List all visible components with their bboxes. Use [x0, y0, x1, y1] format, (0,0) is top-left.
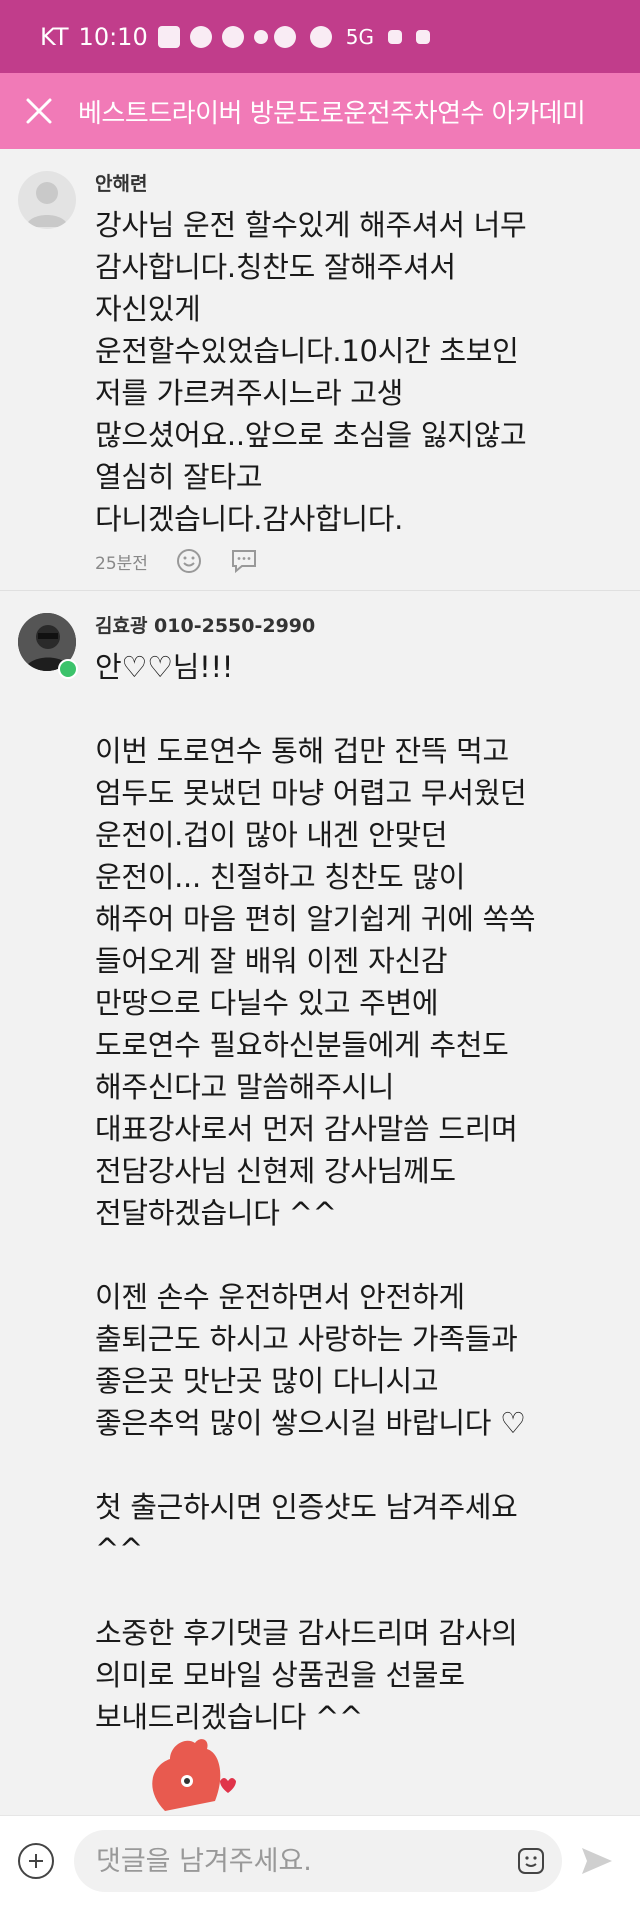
emoticon-icon	[518, 1848, 544, 1874]
alarm-icon	[273, 25, 296, 48]
signal-icon	[388, 29, 402, 44]
status-right: 5G	[273, 24, 430, 49]
close-icon	[26, 98, 52, 124]
comment-time: 25분전	[95, 553, 148, 574]
page-title: 베스트드라이버 방문도로운전주차연수 아카데미	[78, 98, 586, 129]
emotion-button[interactable]	[176, 548, 202, 574]
crown-badge-icon	[58, 659, 78, 679]
gallery-notification-icon	[157, 25, 180, 48]
carrier-label: KT	[40, 22, 69, 51]
comment-list[interactable]: 안해련 강사님 운전 할수있게 해주셔서 너무 감사합니다.칭찬도 잘해주셔서 …	[0, 149, 640, 1815]
default-avatar-icon	[26, 182, 68, 227]
network-label: 5G	[345, 24, 374, 49]
comment-input[interactable]	[96, 1845, 516, 1877]
comment-text: 안♡♡님!!! 이번 도로연수 통해 겁만 잔뜩 먹고 엄두도 못냈던 마냥 어…	[95, 650, 536, 1734]
clock: 10:10	[78, 22, 148, 51]
plus-icon	[29, 1854, 43, 1868]
comment-text: 강사님 운전 할수있게 해주셔서 너무 감사합니다.칭찬도 잘해주셔서 자신있게…	[95, 208, 527, 536]
app-header: 베스트드라이버 방문도로운전주차연수 아카데미	[0, 73, 640, 149]
avatar[interactable]	[18, 171, 76, 229]
hotspot-icon	[309, 25, 332, 48]
send-button[interactable]	[580, 1846, 614, 1876]
sticker-button[interactable]	[516, 1846, 546, 1876]
attach-button[interactable]	[18, 1843, 54, 1879]
band-notification-icon	[221, 25, 244, 48]
reply-button[interactable]	[230, 548, 258, 574]
battery-icon	[416, 29, 430, 44]
sticker-image	[152, 1739, 236, 1811]
status-bar: KT 10:10 5G	[0, 0, 640, 73]
comment-input-bar	[0, 1815, 640, 1906]
smile-icon	[176, 549, 201, 573]
comment-meta: 25분전	[95, 548, 620, 574]
send-icon	[582, 1848, 612, 1874]
comment-item: 김효광 010-2550-2990 안♡♡님!!! 이번 도로연수 통해 겁만 …	[0, 591, 640, 1754]
comment-input-wrap	[74, 1830, 562, 1892]
close-button[interactable]	[0, 73, 78, 149]
more-notifications-icon	[253, 29, 268, 44]
comment-author[interactable]: 안해련	[95, 169, 620, 196]
reply-bubble-icon	[231, 550, 256, 574]
talk-notification-icon	[189, 25, 212, 48]
comment-author[interactable]: 김효광 010-2550-2990	[95, 611, 620, 638]
comment-item: 안해련 강사님 운전 할수있게 해주셔서 너무 감사합니다.칭찬도 잘해주셔서 …	[0, 149, 640, 591]
status-left: KT 10:10	[40, 23, 268, 51]
